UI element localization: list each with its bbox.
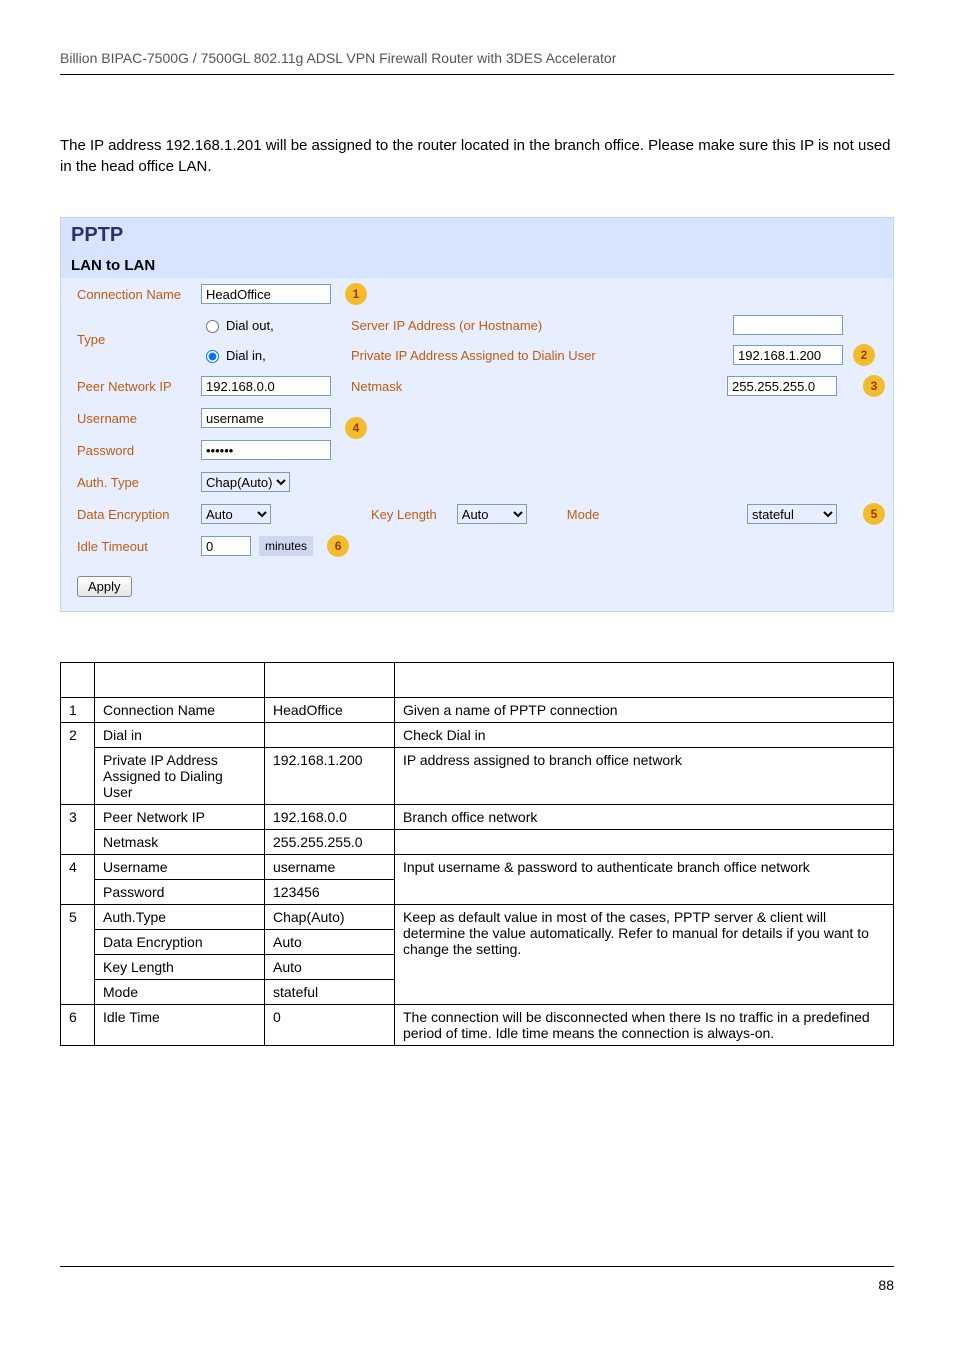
cell-item: Connection Name [95,698,265,723]
mode-select[interactable]: stateful [747,504,837,524]
table-row: 3 Peer Network IP 192.168.0.0 Branch off… [61,805,894,830]
cell-desc: Branch office network [395,805,894,830]
cell-item: Password [95,880,265,905]
table-row: Private IP Address Assigned to Dialing U… [61,748,894,805]
cell-item: Netmask [95,830,265,855]
cell-item: Private IP Address Assigned to Dialing U… [95,748,265,805]
label-data-encryption: Data Encryption [61,501,201,528]
panel-subtitle: LAN to LAN [61,253,893,278]
label-key-length: Key Length [371,507,437,522]
password-input[interactable] [201,440,331,460]
dial-in-label: Dial in, [226,348,266,363]
auth-type-select[interactable]: Chap(Auto) [201,472,290,492]
label-netmask: Netmask [351,379,402,394]
label-idle-timeout: Idle Timeout [61,533,201,560]
callout-4: 4 [345,417,367,439]
cell-item: Username [95,855,265,880]
cell-idx: 5 [61,905,95,1005]
cell-item: Auth.Type [95,905,265,930]
cell-val: Auto [265,955,395,980]
cell-val: Chap(Auto) [265,905,395,930]
cell-desc [395,830,894,855]
data-encryption-select[interactable]: Auto [201,504,271,524]
server-ip-input[interactable] [733,315,843,335]
cell-desc: Check Dial in [395,723,894,748]
label-private-ip: Private IP Address Assigned to Dialin Us… [351,348,596,363]
cell-val: HeadOffice [265,698,395,723]
footer-rule [60,1266,894,1267]
minutes-label: minutes [259,536,313,556]
private-ip-input[interactable] [733,345,843,365]
callout-3: 3 [863,375,885,397]
cell-idx: 6 [61,1005,95,1046]
table-row: 4 Username username Input username & pas… [61,855,894,880]
cell-item: Mode [95,980,265,1005]
panel-title: PPTP [61,218,893,253]
callout-1: 1 [345,283,367,305]
cell-val: 192.168.1.200 [265,748,395,805]
table-row: Netmask 255.255.255.0 [61,830,894,855]
key-length-select[interactable]: Auto [457,504,527,524]
cell-val: Auto [265,930,395,955]
apply-button[interactable]: Apply [77,576,132,597]
label-password: Password [61,437,201,464]
label-auth-type: Auth. Type [61,469,201,496]
label-connection-name: Connection Name [61,281,201,308]
intro-paragraph: The IP address 192.168.1.201 will be ass… [60,135,894,177]
username-input[interactable] [201,408,331,428]
cell-val: 123456 [265,880,395,905]
cell-item: Data Encryption [95,930,265,955]
header-rule [60,74,894,75]
callout-2: 2 [853,344,875,366]
table-row: 1 Connection Name HeadOffice Given a nam… [61,698,894,723]
cell-val: 192.168.0.0 [265,805,395,830]
cell-val: 255.255.255.0 [265,830,395,855]
doc-header: Billion BIPAC-7500G / 7500GL 802.11g ADS… [60,50,894,66]
table-row: 6 Idle Time 0 The connection will be dis… [61,1005,894,1046]
connection-name-input[interactable] [201,284,331,304]
cell-val: username [265,855,395,880]
label-mode: Mode [567,507,600,522]
callout-6: 6 [327,535,349,557]
cell-desc: IP address assigned to branch office net… [395,748,894,805]
idle-timeout-input[interactable] [201,536,251,556]
cell-desc: Input username & password to authenticat… [395,855,894,905]
peer-network-input[interactable] [201,376,331,396]
netmask-input[interactable] [727,376,837,396]
cell-idx: 3 [61,805,95,855]
cell-val [265,723,395,748]
page-number: 88 [60,1275,894,1293]
cell-idx: 2 [61,723,95,805]
cell-idx: 1 [61,698,95,723]
cell-val: stateful [265,980,395,1005]
cell-desc: The connection will be disconnected when… [395,1005,894,1046]
settings-table: 1 Connection Name HeadOffice Given a nam… [60,662,894,1046]
cell-item: Key Length [95,955,265,980]
cell-val: 0 [265,1005,395,1046]
cell-desc: Given a name of PPTP connection [395,698,894,723]
label-server-ip: Server IP Address (or Hostname) [351,318,542,333]
dial-out-radio[interactable] [206,320,219,333]
label-peer-network: Peer Network IP [61,373,201,400]
cell-item: Peer Network IP [95,805,265,830]
cell-desc: Keep as default value in most of the cas… [395,905,894,1005]
label-type: Type [61,310,201,353]
cell-idx: 4 [61,855,95,905]
callout-5: 5 [863,503,885,525]
table-row: 5 Auth.Type Chap(Auto) Keep as default v… [61,905,894,930]
dial-out-label: Dial out, [226,318,274,333]
pptp-panel: PPTP LAN to LAN Connection Name 1 Type D… [60,217,894,612]
cell-item: Idle Time [95,1005,265,1046]
cell-item: Dial in [95,723,265,748]
label-username: Username [61,405,201,432]
table-row: 2 Dial in Check Dial in [61,723,894,748]
dial-in-radio[interactable] [206,350,219,363]
